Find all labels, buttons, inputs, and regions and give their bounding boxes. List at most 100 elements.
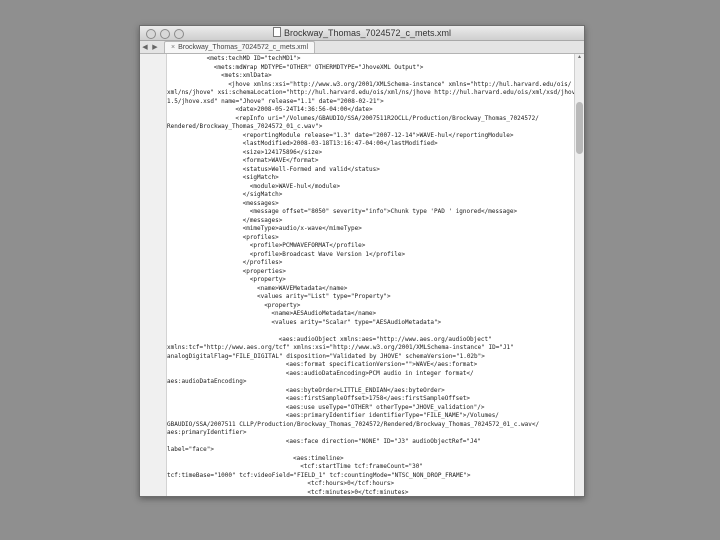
code-line-text: <aes:format specificationVersion="">WAVE… (285, 361, 478, 368)
code-line[interactable]: 66 (167, 327, 575, 336)
code-line[interactable]: 62<values arity="List" type="Property"> (167, 293, 575, 302)
window-title-text: Brockway_Thomas_7024572_c_mets.xml (283, 28, 452, 38)
code-line-text: <aes:firstSampleOffset>1758</aes:firstSa… (285, 395, 471, 402)
code-line-text: <tcf:startTime tcf:frameCount="30" (300, 463, 424, 470)
code-line-text: 1.5/jhove.xsd" name="Jhove" release="1.1… (167, 97, 384, 105)
code-line[interactable]: 41<date>2008-05-24T14:36:56-04:00</date> (167, 106, 575, 115)
window-title: Brockway_Thomas_7024572_c_mets.xml (140, 27, 584, 38)
code-line[interactable]: 77<tcf:hours>0</tcf:hours> (167, 480, 575, 489)
code-line[interactable]: 67<aes:audioObject xmlns:aes="http://www… (167, 336, 575, 345)
code-line[interactable]: 76<tcf:startTime tcf:frameCount="30" (167, 463, 575, 472)
code-line-text: <name>AESAudioMetadata</name> (271, 310, 377, 317)
code-line-text: <aes:face direction="NONE" ID="J3" audio… (285, 437, 481, 445)
code-line[interactable]: 44<lastModified>2008-03-18T13:16:47-04:0… (167, 140, 575, 149)
code-line-text: label="face"> (167, 446, 214, 453)
code-line-text: <format>WAVE</format> (242, 157, 319, 164)
code-line[interactable]: 45<size>124175896</size> (167, 149, 575, 158)
tab-close-icon[interactable]: × (171, 44, 175, 51)
code-line[interactable]: 39<mets:xmlData> (167, 72, 575, 81)
code-text-area[interactable]: 37<mets:techMD ID="techMD1">38<mets:mdWr… (167, 54, 575, 496)
code-line-text: <profile>PCMWAVEFORMAT</profile> (249, 242, 366, 249)
code-line[interactable]: 65<values arity="Scalar" type="AESAudioM… (167, 319, 575, 328)
code-line[interactable]: 72<aes:use useType="OTHER" otherType="JH… (167, 404, 575, 413)
code-line-text: <jhove xmlns:xsi="http://www.w3.org/2001… (228, 80, 572, 88)
code-line[interactable]: 57<profile>Broadcast Wave Version 1</pro… (167, 251, 575, 260)
code-line[interactable]: 48<sigMatch> (167, 174, 575, 183)
code-line-text: <values arity="Scalar" type="AESAudioMet… (271, 318, 442, 326)
back-arrow-icon[interactable]: ◀ (140, 43, 150, 51)
code-line-text: <message offset="8050" severity="info">C… (249, 208, 518, 215)
code-line[interactable]: 59<properties> (167, 268, 575, 277)
code-line-text: <property> (249, 276, 286, 283)
code-line-text: <reportingModule release="1.3" date="200… (242, 131, 514, 139)
code-line[interactable]: 42<repInfo uri="/Volumes/GBAUDIO/SSA/200… (167, 115, 575, 124)
code-line-text: <sigMatch> (242, 174, 279, 181)
code-line-text: <aes:primaryIdentifier identifierType="F… (285, 412, 499, 419)
code-line-text: <repInfo uri="/Volumes/GBAUDIO/SSA/20075… (235, 114, 539, 122)
code-line[interactable]: 54<mimeType>audio/x-wave</mimeType> (167, 225, 575, 234)
code-line-text: <profile>Broadcast Wave Version 1</profi… (249, 250, 406, 258)
code-line[interactable]: 46<format>WAVE</format> (167, 157, 575, 166)
code-line-text: <mets:techMD ID="techMD1"> (206, 55, 301, 62)
scrollbar-thumb[interactable] (576, 102, 583, 154)
code-line[interactable]: 53</messages> (167, 217, 575, 226)
code-line[interactable]: 56<profile>PCMWAVEFORMAT</profile> (167, 242, 575, 251)
code-line[interactable]: Rendered/Brockway_Thomas_7024572_01_c.wa… (167, 123, 575, 132)
code-line[interactable]: aes:primaryIdentifier> (167, 429, 575, 438)
code-line[interactable]: 55<profiles> (167, 234, 575, 243)
code-line-text: <tcf:minutes>0</tcf:minutes> (307, 488, 409, 496)
code-line-text: GBAUDIO/SSA/2007511 CLLP/Production/Broc… (167, 420, 540, 428)
code-line[interactable]: 60<property> (167, 276, 575, 285)
code-line[interactable]: 78<tcf:minutes>0</tcf:minutes> (167, 488, 575, 497)
code-line[interactable]: 61<name>WAVEMetadata</name> (167, 285, 575, 294)
code-line[interactable]: 58</profiles> (167, 259, 575, 268)
code-line[interactable]: 73<aes:primaryIdentifier identifierType=… (167, 412, 575, 421)
code-line[interactable]: label="face"> (167, 446, 575, 455)
code-line-text: <mets:xmlData> (221, 72, 272, 79)
code-line[interactable]: GBAUDIO/SSA/2007511 CLLP/Production/Broc… (167, 421, 575, 430)
code-line-text: Rendered/Brockway_Thomas_7024572_01_c.wa… (167, 123, 323, 130)
code-line[interactable]: 70<aes:byteOrder>LITTLE_ENDIAN</aes:byte… (167, 387, 575, 396)
code-line[interactable]: 38<mets:mdWrap MDTYPE="OTHER" OTHERMDTYP… (167, 64, 575, 73)
code-line[interactable]: 68<aes:format specificationVersion="">WA… (167, 361, 575, 370)
code-line-text: </profiles> (242, 259, 283, 266)
code-line-text: <module>WAVE-hul</module> (249, 182, 341, 190)
code-line-text: <aes:timeline> (293, 454, 344, 462)
code-line-text: <properties> (242, 267, 286, 275)
code-line[interactable]: xmlns:tcf="http://www.aes.org/tcf" xmlns… (167, 344, 575, 353)
code-line[interactable]: tcf:timeBase="1000" tcf:videoField="FIEL… (167, 472, 575, 481)
code-line-text: <messages> (242, 199, 279, 207)
code-line[interactable]: 50</sigMatch> (167, 191, 575, 200)
forward-arrow-icon[interactable]: ▶ (150, 43, 160, 51)
code-line[interactable]: 47<status>Well-Formed and valid</status> (167, 166, 575, 175)
code-line-text: <status>Well-Formed and valid</status> (242, 165, 380, 173)
code-editor[interactable]: 37<mets:techMD ID="techMD1">38<mets:mdWr… (140, 54, 575, 496)
code-line[interactable]: 63<property> (167, 302, 575, 311)
vertical-scrollbar[interactable]: ▲ (574, 54, 584, 496)
tab-label: Brockway_Thomas_7024572_c_mets.xml (178, 44, 309, 51)
code-line[interactable]: 40<jhove xmlns:xsi="http://www.w3.org/20… (167, 81, 575, 90)
code-line-text: <tcf:hours>0</tcf:hours> (307, 480, 395, 487)
code-line[interactable]: 43<reportingModule release="1.3" date="2… (167, 132, 575, 141)
code-line[interactable]: 37<mets:techMD ID="techMD1"> (167, 55, 575, 64)
tab-document[interactable]: × Brockway_Thomas_7024572_c_mets.xml (164, 41, 316, 53)
code-line[interactable]: 49<module>WAVE-hul</module> (167, 183, 575, 192)
code-line[interactable]: 69<aes:audioDataEncoding>PCM audio in in… (167, 370, 575, 379)
code-line[interactable]: 74<aes:face direction="NONE" ID="J3" aud… (167, 438, 575, 447)
code-line-text: <values arity="List" type="Property"> (257, 293, 391, 300)
code-line-text: <date>2008-05-24T14:36:56-04:00</date> (235, 106, 373, 113)
editor-window: Brockway_Thomas_7024572_c_mets.xml ◀ ▶ ×… (139, 25, 585, 497)
code-line[interactable]: 52<message offset="8050" severity="info"… (167, 208, 575, 217)
title-bar: Brockway_Thomas_7024572_c_mets.xml (140, 26, 584, 41)
code-line[interactable]: 71<aes:firstSampleOffset>1758</aes:first… (167, 395, 575, 404)
code-line-text: <lastModified>2008-03-18T13:16:47-04:00<… (242, 140, 438, 147)
code-line[interactable]: xml/ns/jhove" xsi:schemaLocation="http:/… (167, 89, 575, 98)
code-line[interactable]: 51<messages> (167, 200, 575, 209)
code-line[interactable]: analogDigitalFlag="FILE_DIGITAL" disposi… (167, 353, 575, 362)
code-line[interactable]: aes:audioDataEncoding> (167, 378, 575, 387)
code-line[interactable]: 64<name>AESAudioMetadata</name> (167, 310, 575, 319)
code-line[interactable]: 1.5/jhove.xsd" name="Jhove" release="1.1… (167, 98, 575, 107)
code-line[interactable]: 75<aes:timeline> (167, 455, 575, 464)
document-icon (272, 27, 281, 37)
scroll-up-icon[interactable]: ▲ (575, 54, 584, 62)
